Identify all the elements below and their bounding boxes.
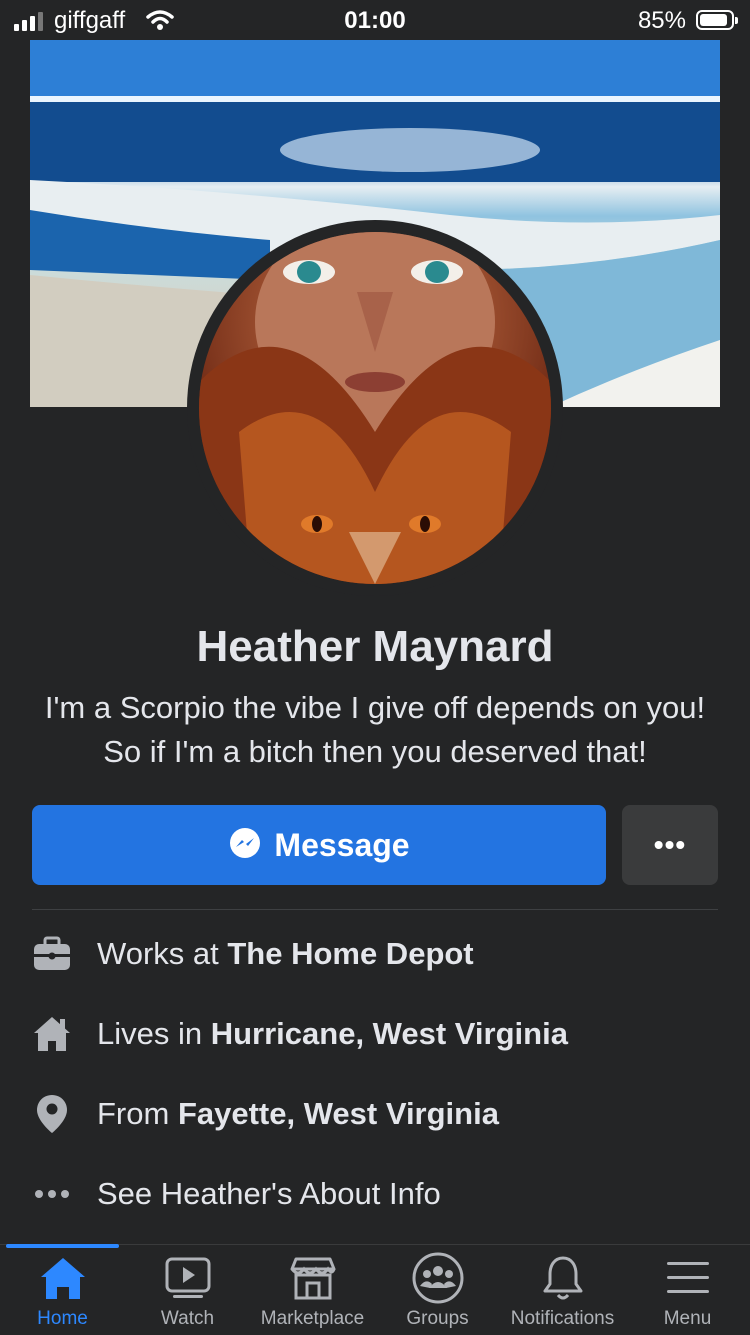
profile-bio: I'm a Scorpio the vibe I give off depend… bbox=[44, 690, 706, 769]
work-prefix: Works at bbox=[97, 936, 228, 971]
tab-groups[interactable]: Groups bbox=[375, 1252, 500, 1332]
from-value[interactable]: Fayette, West Virginia bbox=[178, 1096, 499, 1131]
see-about-info-link[interactable]: See Heather's About Info bbox=[30, 1164, 720, 1224]
tab-watch[interactable]: Watch bbox=[125, 1252, 250, 1332]
tab-marketplace[interactable]: Marketplace bbox=[250, 1252, 375, 1332]
bell-icon bbox=[540, 1252, 586, 1304]
lives-value[interactable]: Hurricane, West Virginia bbox=[211, 1016, 568, 1051]
lives-prefix: Lives in bbox=[97, 1016, 211, 1051]
battery-icon bbox=[696, 10, 738, 30]
info-lives: Lives in Hurricane, West Virginia bbox=[30, 1004, 720, 1064]
location-pin-icon bbox=[30, 1092, 74, 1136]
ellipsis-icon bbox=[30, 1172, 74, 1216]
tab-label: Groups bbox=[406, 1308, 469, 1329]
briefcase-icon bbox=[30, 932, 74, 976]
tab-label: Notifications bbox=[510, 1308, 615, 1329]
avatar[interactable] bbox=[199, 232, 551, 584]
message-label: Message bbox=[274, 826, 410, 863]
see-about-label: See Heather's About Info bbox=[97, 1176, 441, 1211]
menu-icon bbox=[665, 1252, 711, 1304]
info-from: From Fayette, West Virginia bbox=[30, 1084, 720, 1144]
home-icon bbox=[38, 1252, 88, 1304]
work-value[interactable]: The Home Depot bbox=[227, 936, 473, 971]
tab-label: Watch bbox=[160, 1308, 215, 1329]
status-bar: giffgaff 01:00 85% bbox=[0, 0, 750, 40]
active-tab-indicator bbox=[6, 1244, 119, 1248]
watch-icon bbox=[163, 1252, 213, 1304]
tab-label: Menu bbox=[663, 1308, 712, 1329]
groups-icon bbox=[412, 1252, 464, 1304]
info-work: Works at The Home Depot bbox=[30, 924, 720, 984]
tab-label: Marketplace bbox=[260, 1308, 365, 1329]
more-icon: ••• bbox=[653, 829, 687, 860]
tab-label: Home bbox=[37, 1308, 88, 1329]
more-options-button[interactable]: ••• bbox=[622, 805, 718, 885]
tab-home[interactable]: Home bbox=[0, 1252, 125, 1332]
house-icon bbox=[30, 1012, 74, 1056]
divider bbox=[32, 909, 718, 910]
profile-name: Heather Maynard bbox=[196, 622, 554, 671]
message-button[interactable]: Message bbox=[32, 805, 606, 885]
marketplace-icon bbox=[288, 1252, 338, 1304]
messenger-icon bbox=[228, 826, 262, 865]
tab-notifications[interactable]: Notifications bbox=[500, 1252, 625, 1332]
battery-percent: 85% bbox=[637, 7, 686, 34]
tab-menu[interactable]: Menu bbox=[625, 1252, 750, 1332]
from-prefix: From bbox=[97, 1096, 178, 1131]
